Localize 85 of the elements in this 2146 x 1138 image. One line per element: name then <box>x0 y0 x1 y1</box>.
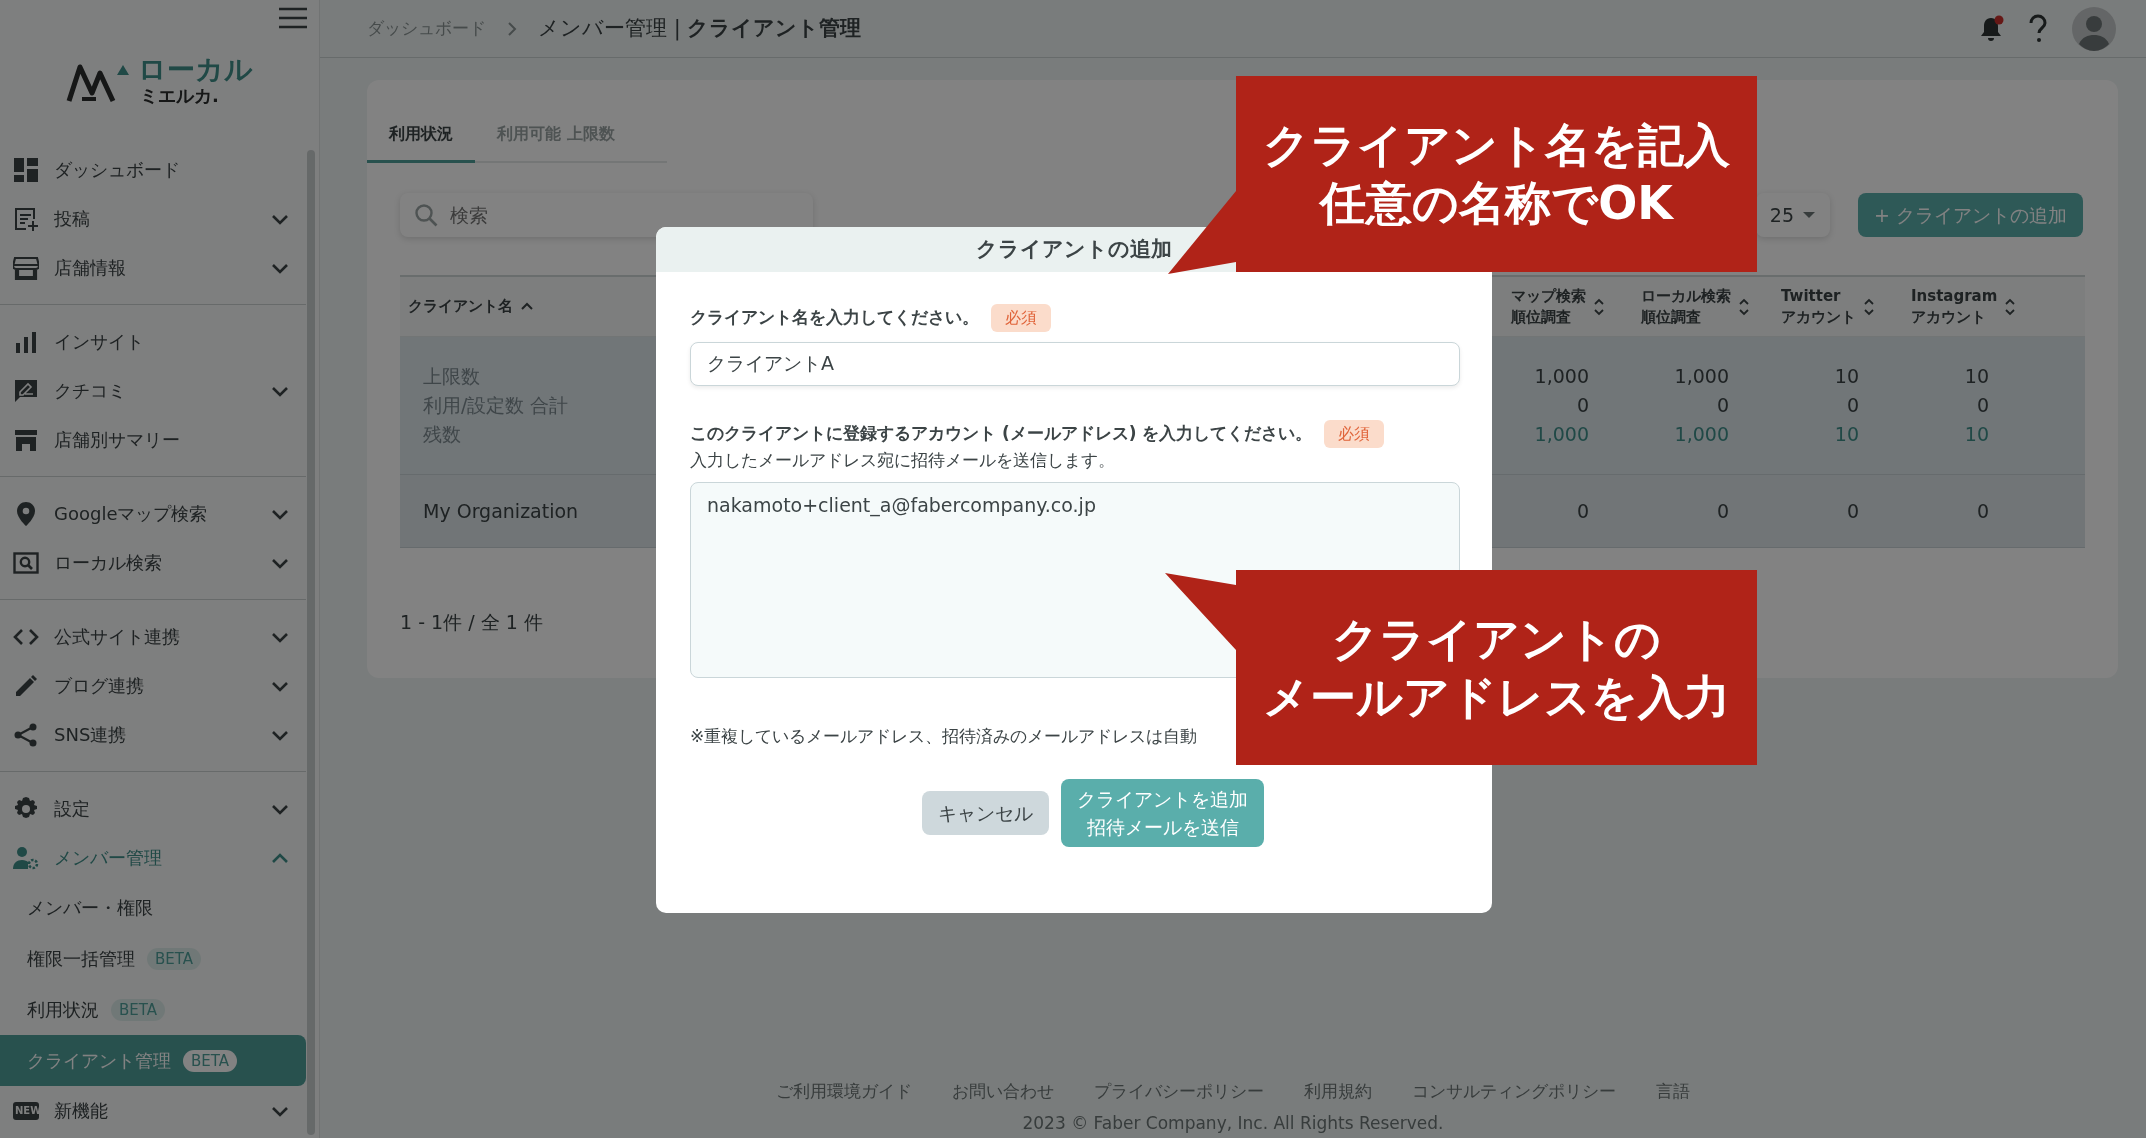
sidebar-item[interactable]: インサイト <box>0 317 306 366</box>
page-title: メンバー管理 | クライアント管理 <box>538 14 862 43</box>
share-icon <box>13 721 39 748</box>
column-header[interactable]: クライアント名 <box>408 296 513 317</box>
per-page-select[interactable]: 25 <box>1755 193 1831 237</box>
add-client-button[interactable]: + クライアントの追加 <box>1858 193 2083 237</box>
sidebar-item[interactable]: 店舗別サマリー <box>0 415 306 464</box>
search-box-icon <box>13 549 39 576</box>
table-cell-text: 10 <box>1963 422 1989 447</box>
sidebar-item[interactable]: ブログ連携 <box>0 661 306 710</box>
required-tag: 必須 <box>991 304 1051 332</box>
field-label: クライアント名を入力してください。 <box>690 306 979 330</box>
avatar-icon[interactable] <box>2072 6 2116 51</box>
table-cell-text: 0 <box>1715 498 1729 524</box>
menu-icon[interactable] <box>279 7 307 29</box>
sidebar-item[interactable]: Googleマップ検索 <box>0 489 306 538</box>
table-cell-text: 0 <box>1975 393 1989 418</box>
search-field[interactable]: 検索 <box>400 193 813 237</box>
table-cell-text: My Organization <box>422 498 579 524</box>
sidebar-item[interactable]: メンバー管理 <box>0 833 306 882</box>
sidebar-item[interactable]: 公式サイト連携 <box>0 612 306 661</box>
column-header[interactable]: Twitter アカウント <box>1781 285 1856 328</box>
table-cell-text: 10 <box>1833 422 1859 447</box>
footer-link[interactable]: 言語 <box>1656 1081 1690 1101</box>
subitem-label: 利用状況 <box>27 998 99 1022</box>
sidebar-subitem[interactable]: 利用状況 BETA <box>0 984 306 1035</box>
copyright-text: 2023 © Faber Company, Inc. All Rights Reserved. <box>1021 1111 1445 1135</box>
column-header[interactable]: ローカル検索 順位調査 <box>1641 285 1731 328</box>
subitem-label: クライアント管理 <box>27 1049 171 1073</box>
scrollbar[interactable] <box>307 150 315 1135</box>
sidebar-item[interactable]: クチコミ <box>0 366 306 415</box>
sidebar-subitem[interactable]: メンバー・権限 <box>0 882 306 933</box>
table-cell-text: 1,000 <box>1533 422 1589 447</box>
table-cell-text: 0 <box>1575 498 1589 524</box>
table-cell-text: 1,000 <box>1673 422 1729 447</box>
sidebar-item[interactable]: 店舗情報 <box>0 243 306 292</box>
footer-link[interactable]: コンサルティングポリシー <box>1412 1081 1616 1101</box>
sidebar-subitem[interactable]: 権限一括管理 BETA <box>0 933 306 984</box>
caret-down-icon <box>1802 210 1817 220</box>
help-text: 入力したメールアドレス宛に招待メールを送信します。 <box>690 449 1116 472</box>
name-field[interactable]: クライアントA <box>690 342 1460 386</box>
field-label: このクライアントに登録するアカウント (メールアドレス) を入力してください。 <box>690 422 1313 446</box>
table-cell-text: 10 <box>1833 364 1859 389</box>
footer-link[interactable]: お問い合わせ <box>952 1081 1054 1101</box>
required-tag: 必須 <box>1324 420 1385 448</box>
bell-icon[interactable] <box>1978 14 2004 43</box>
table-cell-text: 0 <box>1845 498 1859 524</box>
footer-link[interactable]: プライバシーポリシー <box>1094 1081 1264 1101</box>
table-cell-text: 10 <box>1963 364 1989 389</box>
comment-edit-icon <box>13 377 39 404</box>
user-gear-icon <box>13 844 39 871</box>
sidebar-item[interactable]: ダッシュボード <box>0 145 306 194</box>
table-cell-text: 0 <box>1975 498 1989 524</box>
sidebar-item[interactable]: SNS連携 <box>0 710 306 759</box>
table-cell-text: 0 <box>1715 393 1729 418</box>
sidebar-item[interactable]: 設定 <box>0 784 306 833</box>
beta-tag: BETA <box>147 947 202 970</box>
chevron-right-icon <box>506 20 518 37</box>
footer-link[interactable]: ご利用環境ガイド <box>776 1081 912 1101</box>
document-add-icon <box>13 205 39 232</box>
table-cell-text: 0 <box>1845 393 1859 418</box>
logo-text: ミエルカ. <box>140 87 220 105</box>
footer-link[interactable]: 利用規約 <box>1304 1081 1372 1101</box>
column-header[interactable]: Instagram アカウント <box>1911 285 1998 328</box>
beta-tag: BETA <box>183 1049 238 1072</box>
column-header[interactable]: マップ検索 順位調査 <box>1511 285 1586 328</box>
submit-button[interactable]: クライアントを追加 招待メールを送信 <box>1061 779 1264 847</box>
dashboard-icon <box>13 156 39 183</box>
sidebar-subitem[interactable]: クライアント管理 BETA <box>0 1035 306 1086</box>
storefront-icon <box>13 254 39 281</box>
note-text: ※重複しているメールアドレス、招待済みのメールアドレスは自動 <box>690 724 1199 748</box>
subitem-label: メンバー・権限 <box>27 896 153 920</box>
logo-text: ローカル <box>138 56 253 84</box>
beta-tag: BETA <box>111 998 166 1021</box>
tab[interactable]: 利用状況 <box>367 110 475 163</box>
table-cell-text: 1,000 <box>1673 364 1729 389</box>
table-cell-text: 1,000 <box>1533 364 1589 389</box>
sidebar-item[interactable]: 投稿 <box>0 194 306 243</box>
cancel-button[interactable]: キャンセル <box>922 791 1049 835</box>
pencil-icon <box>13 672 39 699</box>
pagination-text: 1 - 1件 / 全 1 件 <box>400 610 544 635</box>
subitem-label: 権限一括管理 <box>27 947 135 971</box>
sidebar-item[interactable]: ローカル検索 <box>0 538 306 587</box>
table-cell-text: 0 <box>1575 393 1589 418</box>
search-icon <box>414 203 438 227</box>
